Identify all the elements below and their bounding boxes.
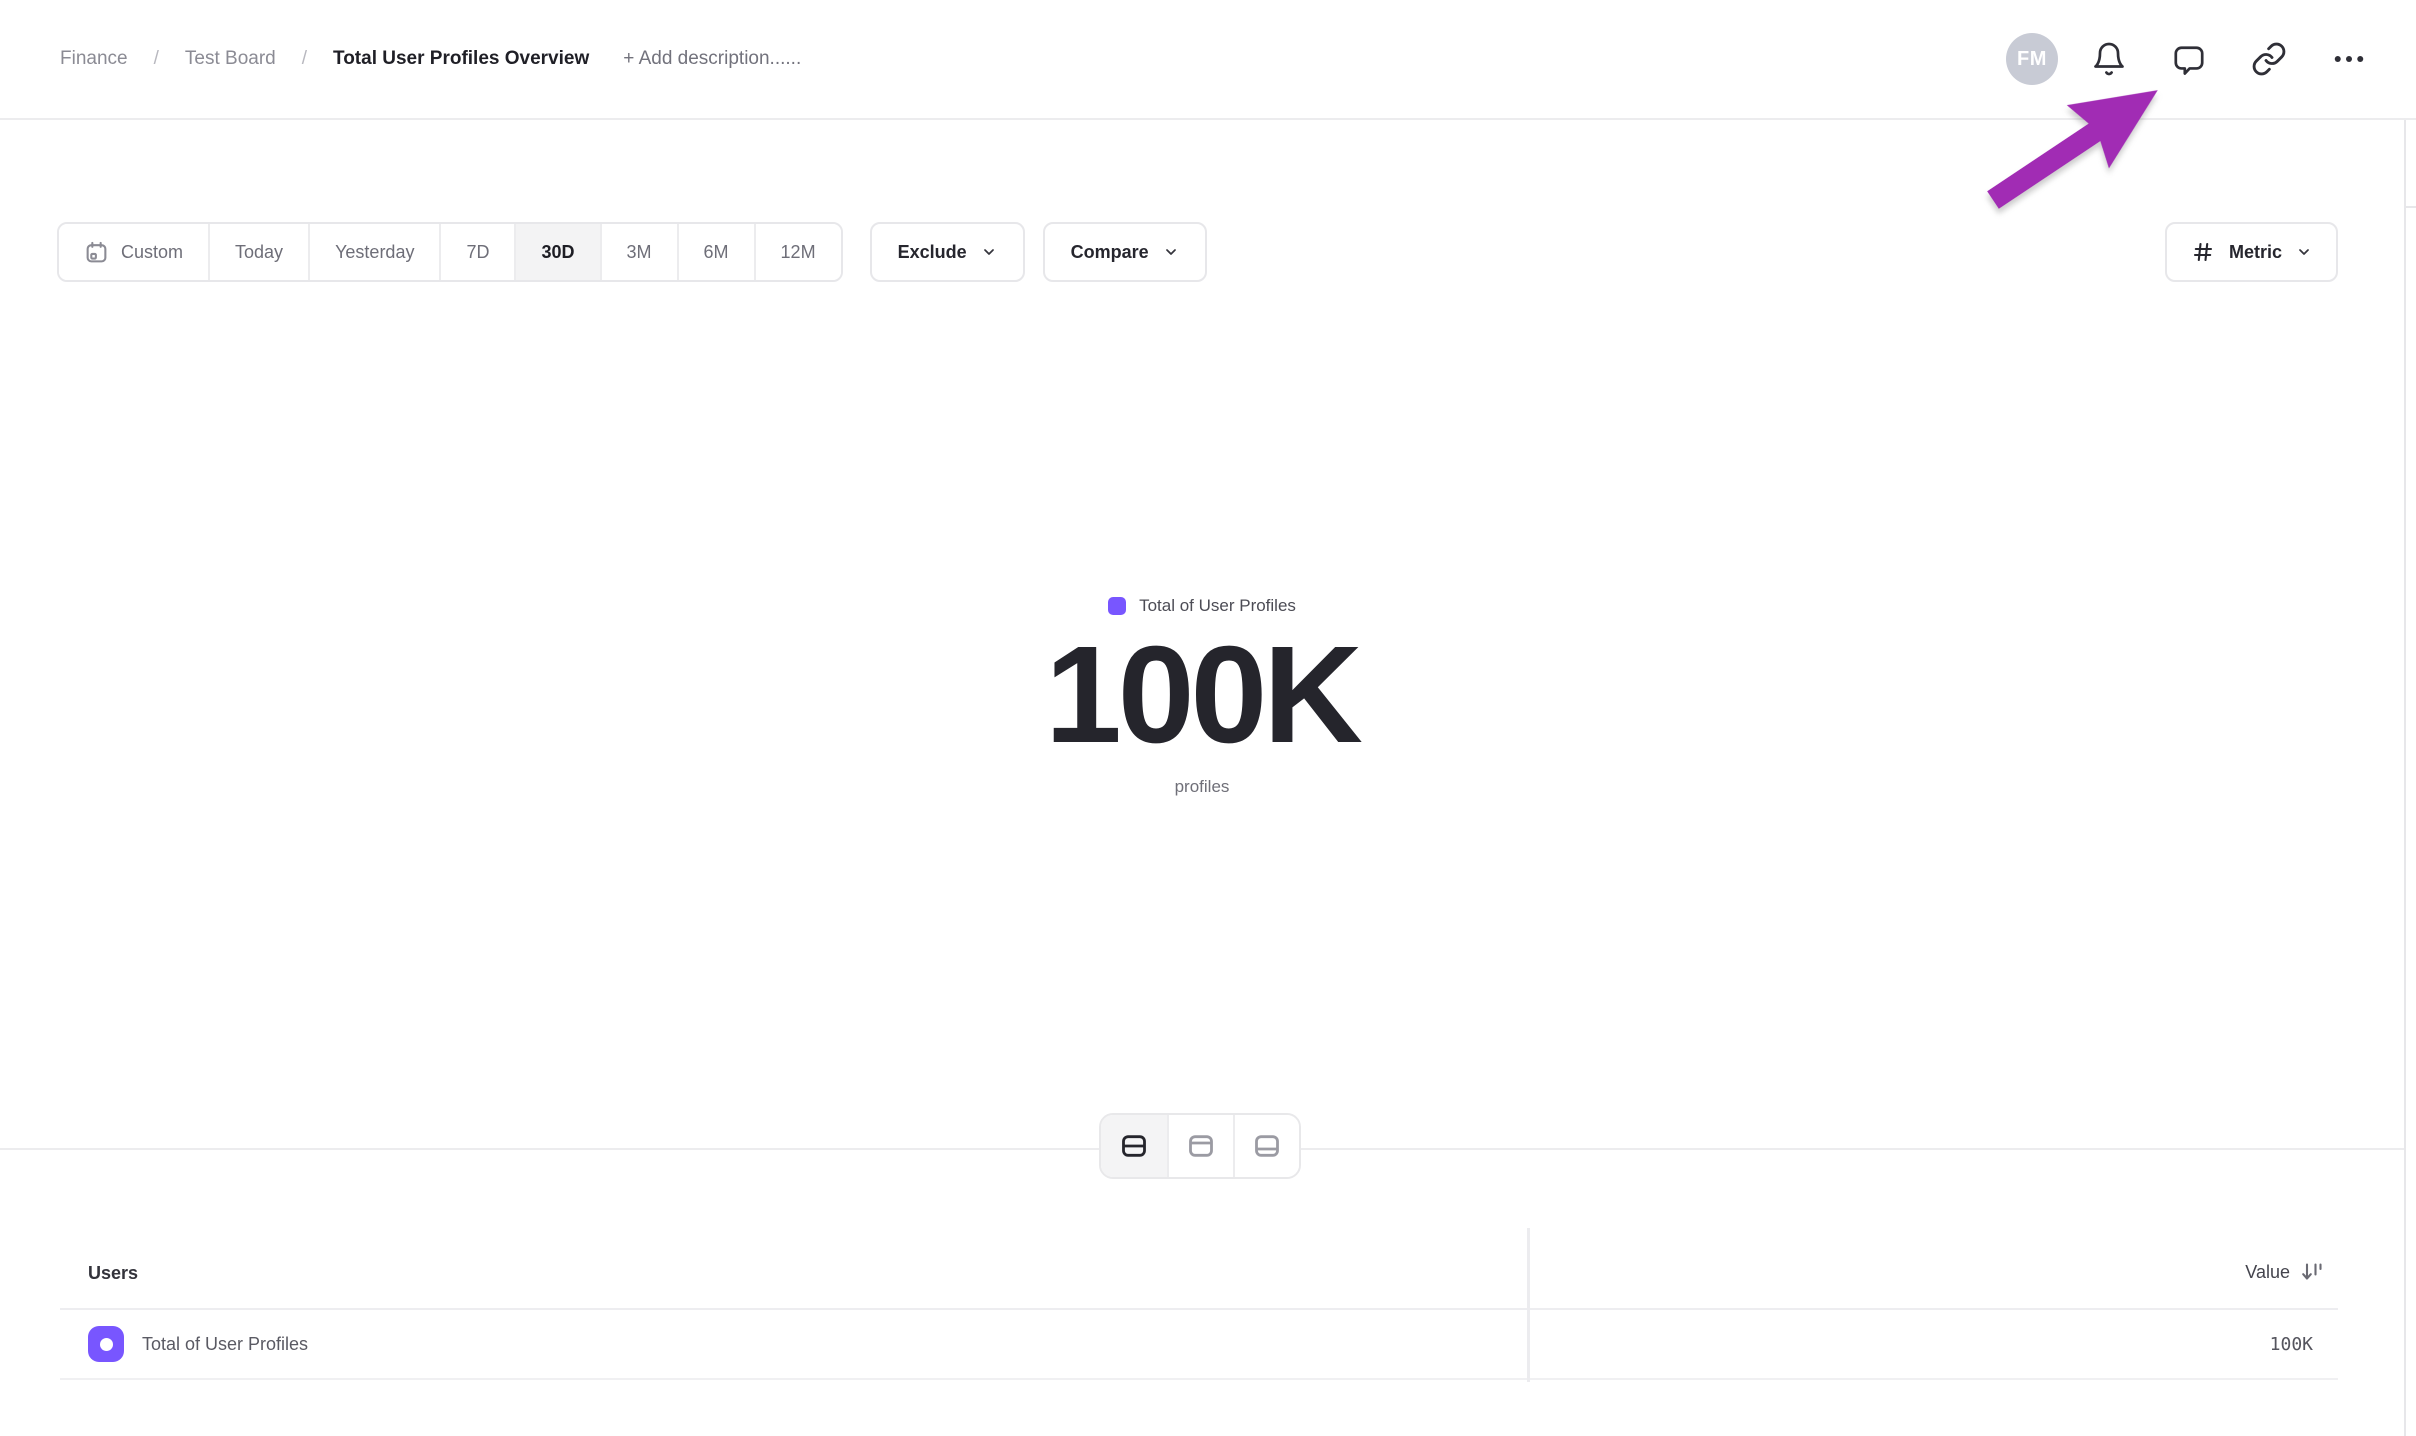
legend-label: Total of User Profiles <box>1139 596 1296 616</box>
breadcrumb-test-board[interactable]: Test Board <box>185 48 276 70</box>
metric-unit: profiles <box>1175 777 1230 797</box>
top-bar: Finance / Test Board / Total User Profil… <box>0 0 2416 120</box>
chevron-down-icon <box>981 244 997 260</box>
notifications-button[interactable] <box>2080 30 2138 88</box>
date-range-6m[interactable]: 6M <box>677 224 754 280</box>
add-description-button[interactable]: + Add description...... <box>623 48 801 70</box>
bell-icon <box>2091 41 2127 77</box>
metric-card: Total of User Profiles 100K profiles <box>0 596 2404 797</box>
comment-icon <box>2171 41 2207 77</box>
breadcrumb: Finance / Test Board / Total User Profil… <box>60 48 801 70</box>
table-column-divider <box>1527 1228 1530 1382</box>
compare-label: Compare <box>1071 242 1149 263</box>
date-range-7d[interactable]: 7D <box>439 224 514 280</box>
date-range-3m[interactable]: 3M <box>600 224 677 280</box>
link-icon <box>2251 41 2287 77</box>
right-rail-tick <box>2404 206 2416 208</box>
value-column-sort[interactable]: Value <box>1528 1260 2338 1284</box>
series-value: 100K <box>1528 1334 2338 1355</box>
breadcrumb-separator: / <box>154 48 159 70</box>
avatar[interactable]: FM <box>2006 33 2058 85</box>
report-toolbar: Custom Today Yesterday 7D 30D 3M 6M 12M … <box>57 222 2338 282</box>
metric-label: Metric <box>2229 242 2282 263</box>
legend-swatch <box>1108 597 1126 615</box>
series-label: Total of User Profiles <box>142 1334 308 1355</box>
topbar-actions: FM <box>2006 30 2378 88</box>
ellipsis-icon <box>2331 41 2367 77</box>
exclude-label: Exclude <box>898 242 967 263</box>
table-header-row: Users Value <box>60 1150 2338 1310</box>
calendar-icon <box>84 240 109 265</box>
page-title: Total User Profiles Overview <box>333 48 589 70</box>
breadcrumb-finance[interactable]: Finance <box>60 48 128 70</box>
breadcrumb-separator: / <box>302 48 307 70</box>
chevron-down-icon <box>1163 244 1179 260</box>
date-range-today[interactable]: Today <box>208 224 308 280</box>
date-range-yesterday[interactable]: Yesterday <box>308 224 439 280</box>
chevron-down-icon <box>2296 244 2312 260</box>
dashboard-page: Finance / Test Board / Total User Profil… <box>0 0 2416 1436</box>
metric-value: 100K <box>1045 618 1359 773</box>
compare-dropdown[interactable]: Compare <box>1043 222 1207 282</box>
metric-dropdown[interactable]: Metric <box>2165 222 2338 282</box>
date-range-30d[interactable]: 30D <box>514 224 599 280</box>
more-options-button[interactable] <box>2320 30 2378 88</box>
date-range-custom[interactable]: Custom <box>59 224 208 280</box>
exclude-dropdown[interactable]: Exclude <box>870 222 1025 282</box>
breakdown-table: Users Value Total of User Profiles 100K <box>60 1150 2338 1380</box>
table-row[interactable]: Total of User Profiles 100K <box>60 1310 2338 1380</box>
series-swatch-icon <box>88 1326 124 1362</box>
date-range-12m[interactable]: 12M <box>754 224 841 280</box>
sort-descending-icon <box>2300 1260 2324 1284</box>
date-range-label: Custom <box>121 242 183 263</box>
series-cell: Total of User Profiles <box>60 1326 1528 1362</box>
metric-legend[interactable]: Total of User Profiles <box>1108 596 1296 616</box>
right-rail <box>2404 120 2416 1436</box>
value-column-label: Value <box>2245 1262 2290 1283</box>
share-link-button[interactable] <box>2240 30 2298 88</box>
date-range-control: Custom Today Yesterday 7D 30D 3M 6M 12M <box>57 222 843 282</box>
comments-button[interactable] <box>2160 30 2218 88</box>
hash-icon <box>2191 240 2215 264</box>
users-column-header: Users <box>60 1263 1528 1284</box>
